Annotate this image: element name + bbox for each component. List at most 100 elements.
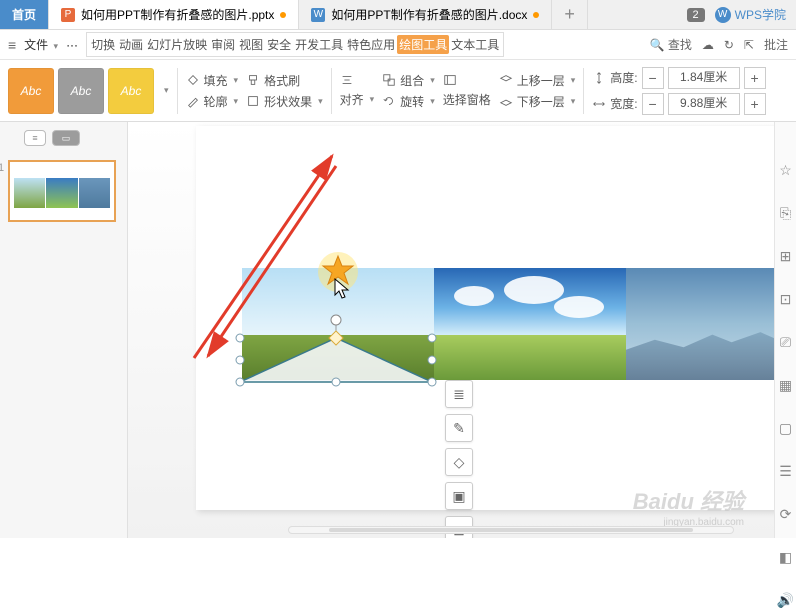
move-up-button[interactable]: 上移一层▾ [499,72,576,89]
style-preset-orange[interactable]: Abc [8,68,54,114]
style-preset-yellow[interactable]: Abc [108,68,154,114]
add-tab-button[interactable]: + [552,0,588,29]
hamburger-icon[interactable]: ≡ [8,37,16,53]
overflow-icon[interactable]: ··· [66,38,78,52]
canvas-area[interactable]: ≣ ✎ ◇ ▣ ⊞ Baidu 经验 jingyan.baidu.com [128,122,774,538]
width-input[interactable]: 9.88厘米 [668,93,740,115]
tab-devtools[interactable]: 开发工具 [293,36,345,53]
outline-button[interactable]: 轮廓 ▾ [186,93,239,110]
refresh-icon[interactable]: ↻ [724,38,734,52]
float-shape-button[interactable]: ◇ [445,448,473,476]
float-brush-button[interactable]: ✎ [445,414,473,442]
tab-pptx-label: 如何用PPT制作有折叠感的图片.pptx [81,6,274,23]
style-preset-gray[interactable]: Abc [58,68,104,114]
tab-texttools[interactable]: 文本工具 [449,36,501,53]
format-group: 格式刷 形状效果▾ [246,72,323,110]
thumbnail-preview [14,178,110,208]
tab-switch[interactable]: 切换 [89,36,117,53]
shape-effect-button[interactable]: 形状效果▾ [246,93,323,110]
select-pane-icon-button[interactable] [443,73,491,87]
tab-view[interactable]: 视图 [237,36,265,53]
rail-icon-10[interactable]: 🔊 [777,592,794,609]
wps-college-link[interactable]: W WPS学院 [715,6,786,23]
horizontal-scrollbar[interactable] [288,526,734,534]
rail-icon-0[interactable]: ☆ [779,162,792,179]
rail-icon-6[interactable]: ▢ [779,420,792,437]
share-icon[interactable]: ⇱ [744,38,754,52]
rail-icon-7[interactable]: ☰ [779,463,792,480]
tab-docx[interactable]: W 如何用PPT制作有折叠感的图片.docx [299,0,552,29]
rail-icon-5[interactable]: ▦ [779,377,792,394]
select-pane-button[interactable]: 选择窗格 [443,91,491,108]
format-brush-button[interactable]: 格式刷 [246,72,323,89]
width-icon [592,97,606,111]
caret-down-icon: ▾ [571,75,576,86]
rail-icon-1[interactable]: ⎘ [780,205,791,222]
height-increase-button[interactable]: + [744,67,766,89]
notification-badge[interactable]: 2 [687,8,705,22]
tab-drawtools[interactable]: 绘图工具 [397,35,449,54]
annotate-label: 批注 [764,38,788,52]
layer-down-icon [499,94,513,108]
tab-docx-label: 如何用PPT制作有折叠感的图片.docx [331,6,527,23]
menubar-right: 🔍 查找 ☁ ↻ ⇱ 批注 [650,36,788,53]
layer-up-icon [499,73,513,87]
caret-down-icon: ▾ [234,96,239,107]
image-panel-3[interactable] [626,268,774,380]
fill-button[interactable]: 填充▾ [186,72,239,89]
float-crop-button[interactable]: ▣ [445,482,473,510]
tab-pptx[interactable]: P 如何用PPT制作有折叠感的图片.pptx [49,0,299,29]
scrollbar-thumb[interactable] [329,528,693,532]
caret-down-icon: ▾ [430,96,435,107]
width-increase-button[interactable]: + [744,93,766,115]
rail-icon-2[interactable]: ⊞ [780,248,792,265]
height-control: 高度: − 1.84厘米 + [592,67,765,89]
caret-down-icon: ▾ [430,75,435,86]
float-layers-button[interactable]: ≣ [445,380,473,408]
rail-icon-9[interactable]: ◧ [779,549,792,566]
tab-home[interactable]: 首页 [0,0,49,29]
rail-icon-4[interactable]: ⎚ [780,334,791,351]
effect-icon [246,94,260,108]
rotate-button[interactable]: 旋转▾ [382,93,435,110]
shape-style-gallery: Abc Abc Abc [8,68,154,114]
width-decrease-button[interactable]: − [642,93,664,115]
align-button[interactable]: 对齐▾ [340,91,375,108]
file-menu[interactable]: 文件 ▾ [24,36,58,53]
unsaved-dot-icon [533,12,539,18]
align-icon [340,73,354,87]
right-tool-rail: ☆ ⎘ ⊞ ⊡ ⎚ ▦ ▢ ☰ ⟳ ◧ 🔊 [774,122,796,538]
slide-thumbnail-1[interactable]: 1 [8,160,116,222]
align-label: 对齐 [340,91,364,108]
search-button[interactable]: 🔍 查找 [650,36,692,53]
selected-triangle-shape[interactable] [240,334,432,384]
ribbon: Abc Abc Abc ▾ 填充▾ 轮廓▾ 格式刷 形状效果▾ 对齐▾ 组合▾ … [0,60,796,122]
outline-label: 轮廓 [204,93,228,110]
separator [583,68,584,114]
height-decrease-button[interactable]: − [642,67,664,89]
rail-icon-3[interactable]: ⊡ [780,291,792,308]
outline-view-button[interactable]: ≡ [24,130,46,146]
tabbar-right: 2 W WPS学院 [687,0,796,29]
image-panel-2[interactable] [434,268,626,380]
tab-review[interactable]: 审阅 [209,36,237,53]
tab-animation[interactable]: 动画 [117,36,145,53]
tab-featured[interactable]: 特色应用 [345,36,397,53]
group-icon [382,73,396,87]
menubar-left: ≡ 文件 ▾ ··· 切换 动画 幻灯片放映 审阅 视图 安全 开发工具 特色应… [8,32,504,57]
tab-security[interactable]: 安全 [265,36,293,53]
group-button[interactable]: 组合▾ [382,72,435,89]
format-brush-label: 格式刷 [264,72,300,89]
thumbnail-view-button[interactable]: ▭ [52,130,80,146]
move-down-button[interactable]: 下移一层▾ [499,93,576,110]
annotate-button[interactable]: 批注 [764,36,788,53]
file-menu-label: 文件 [24,38,48,52]
cloud-icon[interactable]: ☁ [702,38,714,52]
tab-slideshow[interactable]: 幻灯片放映 [145,36,209,53]
style-more-icon[interactable]: ▾ [164,85,169,96]
wps-college-label: WPS学院 [735,6,786,23]
align-button-icon[interactable] [340,73,375,87]
rail-icon-8[interactable]: ⟳ [780,506,792,523]
pane-group: 选择窗格 [443,73,491,108]
height-input[interactable]: 1.84厘米 [668,67,740,89]
